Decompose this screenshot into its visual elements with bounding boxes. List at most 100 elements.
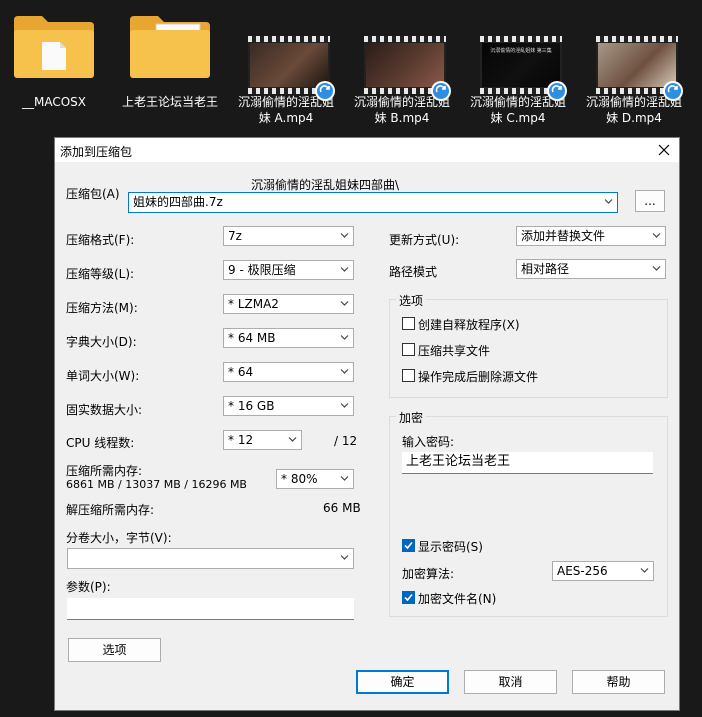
level-value: 9 - 极限压缩 <box>228 263 296 277</box>
video-thumbnail <box>358 8 451 101</box>
mem-compress-detail: 6861 MB / 13037 MB / 16296 MB <box>66 478 247 491</box>
close-icon[interactable] <box>655 141 673 159</box>
encryption-method-value: AES-256 <box>557 564 608 578</box>
threads-total: / 12 <box>334 434 358 448</box>
chevron-down-icon <box>340 403 349 408</box>
level-combo[interactable]: 9 - 极限压缩 <box>223 260 354 280</box>
title-bar[interactable]: 添加到压缩包 <box>55 138 679 162</box>
solid-label: 固实数据大小: <box>66 403 143 417</box>
format-label: 压缩格式(F): <box>66 233 135 247</box>
chevron-down-icon <box>640 568 649 573</box>
password-label: 输入密码: <box>402 435 455 449</box>
ok-button[interactable]: 确定 <box>356 670 449 694</box>
checkmark-icon <box>404 541 413 550</box>
params-input[interactable] <box>67 598 354 620</box>
archive-path: 沉溺偷情的淫乱姐妹四部曲\ <box>251 178 400 192</box>
format-value: 7z <box>228 229 242 243</box>
desktop-video-file[interactable]: 沉溺偷情的淫乱姐妹 D.mp4 <box>578 8 690 126</box>
desktop-video-file[interactable]: 沉溺偷情的淫乱姐妹 A.mp4 <box>230 8 342 126</box>
mem-percent-value: * 80% <box>281 472 318 486</box>
show-password-label: 显示密码(S) <box>418 540 483 554</box>
archive-name-combo[interactable]: 姐妹的四部曲.7z <box>128 192 618 213</box>
options-group-title: 选项 <box>396 292 427 309</box>
threads-combo[interactable]: * 12 <box>223 430 302 450</box>
params-label: 参数(P): <box>66 580 111 594</box>
encryption-method-combo[interactable]: AES-256 <box>552 561 654 581</box>
delete-source-label: 操作完成后删除源文件 <box>418 370 539 384</box>
mem-compress-label: 压缩所需内存: <box>66 464 143 478</box>
thumbnail-caption: 沉溺偷情的淫乱姐妹 第三集 <box>490 48 552 54</box>
folder-icon <box>126 8 214 84</box>
dict-combo[interactable]: * 64 MB <box>223 328 354 348</box>
solid-combo[interactable]: * 16 GB <box>223 396 354 416</box>
format-combo[interactable]: 7z <box>223 226 354 246</box>
volume-label: 分卷大小，字节(V): <box>66 531 172 545</box>
path-mode-value: 相对路径 <box>521 262 570 276</box>
help-button[interactable]: 帮助 <box>572 670 665 694</box>
video-thumbnail <box>590 8 683 101</box>
method-value: * LZMA2 <box>228 297 279 311</box>
solid-value: * 16 GB <box>228 399 275 413</box>
sfx-label: 创建自释放程序(X) <box>418 318 520 332</box>
chevron-down-icon <box>340 555 349 560</box>
options-button[interactable]: 选项 <box>68 638 161 662</box>
sync-icon <box>547 81 567 101</box>
checkmark-icon <box>404 593 413 602</box>
chevron-down-icon <box>604 199 613 204</box>
sync-icon <box>315 81 335 101</box>
desktop-folder[interactable]: __MACOSX <box>0 8 110 110</box>
file-name-label: __MACOSX <box>21 95 86 109</box>
add-to-archive-dialog: 添加到压缩包 压缩包(A) 沉溺偷情的淫乱姐妹四部曲\ 姐妹的四部曲.7z ..… <box>54 137 680 711</box>
chevron-down-icon <box>288 437 297 442</box>
mem-percent-combo[interactable]: * 80% <box>276 469 354 489</box>
show-password-checkbox[interactable] <box>402 539 415 552</box>
dict-label: 字典大小(D): <box>66 335 137 349</box>
sync-icon <box>431 81 451 101</box>
browse-button[interactable]: ... <box>635 190 665 212</box>
level-label: 压缩等级(L): <box>66 267 135 281</box>
encryption-group-title: 加密 <box>396 409 427 426</box>
dialog-title: 添加到压缩包 <box>60 145 133 159</box>
video-thumbnail: 沉溺偷情的淫乱姐妹 第三集 <box>474 8 567 101</box>
chevron-down-icon <box>340 369 349 374</box>
chevron-down-icon <box>340 301 349 306</box>
mem-decompress-value: 66 MB <box>323 501 361 515</box>
chevron-down-icon <box>340 476 349 481</box>
encrypt-names-checkbox[interactable] <box>402 591 415 604</box>
chevron-down-icon <box>652 266 661 271</box>
word-label: 单词大小(W): <box>66 369 140 383</box>
threads-label: CPU 线程数: <box>66 436 135 450</box>
shared-label: 压缩共享文件 <box>418 344 491 358</box>
method-combo[interactable]: * LZMA2 <box>223 294 354 314</box>
chevron-down-icon <box>340 335 349 340</box>
file-name-label: 上老王论坛当老王 <box>121 95 218 109</box>
password-input[interactable]: 上老王论坛当老王 <box>402 452 653 474</box>
archive-label: 压缩包(A) <box>66 187 120 201</box>
desktop-video-file[interactable]: 沉溺偷情的淫乱姐妹 B.mp4 <box>346 8 458 126</box>
video-thumbnail <box>242 8 335 101</box>
delete-source-checkbox[interactable] <box>402 369 415 382</box>
word-combo[interactable]: * 64 <box>223 362 354 382</box>
encrypt-names-label: 加密文件名(N) <box>418 592 497 606</box>
path-mode-label: 路径模式 <box>389 265 438 279</box>
chevron-down-icon <box>340 233 349 238</box>
dict-value: * 64 MB <box>228 331 276 345</box>
encryption-method-label: 加密算法: <box>402 567 455 581</box>
update-label: 更新方式(U): <box>389 233 460 247</box>
path-mode-combo[interactable]: 相对路径 <box>516 259 666 279</box>
desktop-video-file[interactable]: 沉溺偷情的淫乱姐妹 第三集 沉溺偷情的淫乱姐妹 C.mp4 <box>462 8 574 126</box>
word-value: * 64 <box>228 365 254 379</box>
sync-icon <box>663 81 683 101</box>
chevron-down-icon <box>652 233 661 238</box>
desktop-folder[interactable]: 上老王论坛当老王 <box>114 8 226 110</box>
cancel-button[interactable]: 取消 <box>464 670 557 694</box>
threads-value: * 12 <box>228 433 254 447</box>
folder-icon <box>10 8 98 84</box>
shared-checkbox[interactable] <box>402 343 415 356</box>
sfx-checkbox[interactable] <box>402 317 415 330</box>
volume-combo[interactable] <box>67 548 354 569</box>
archive-name-value: 姐妹的四部曲.7z <box>133 195 223 209</box>
update-value: 添加并替换文件 <box>521 229 606 243</box>
update-combo[interactable]: 添加并替换文件 <box>516 226 666 246</box>
method-label: 压缩方法(M): <box>66 301 138 315</box>
